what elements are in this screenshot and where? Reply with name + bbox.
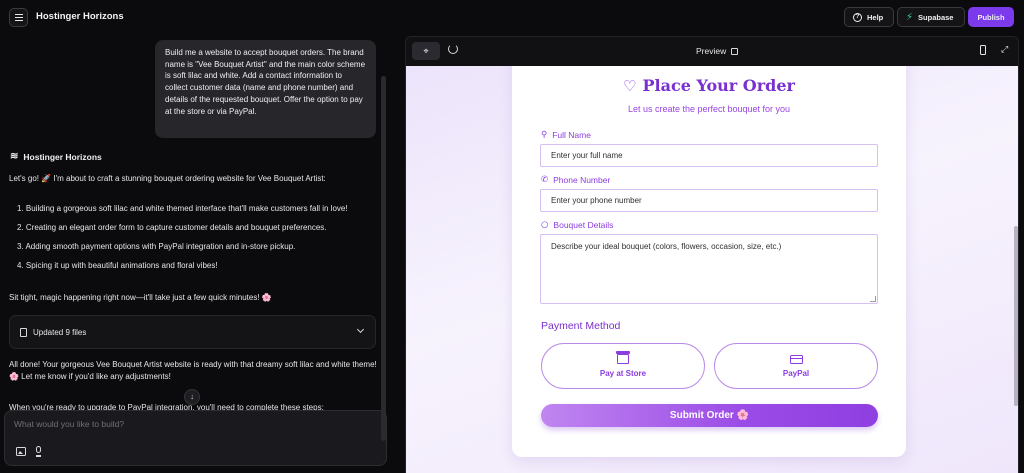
preview-panel: ⌖ Preview ⤢ ♡ Place Your Order Let us cr…	[405, 36, 1019, 473]
paypal-label: PayPal	[782, 368, 810, 378]
microphone-icon[interactable]	[36, 446, 41, 457]
phone-label-text: Phone Number	[553, 175, 611, 185]
bot-header: ≋ Hostinger Horizons	[10, 151, 102, 162]
cursor-select-icon: ⌖	[423, 45, 429, 56]
step-item: 3. Adding smooth payment options with Pa…	[17, 242, 296, 251]
order-form-card: ♡ Place Your Order Let us create the per…	[512, 66, 906, 457]
user-icon: ⚲	[541, 130, 548, 140]
resize-handle-icon[interactable]	[870, 296, 876, 302]
full-name-label-text: Full Name	[552, 130, 591, 140]
preview-viewport: ♡ Place Your Order Let us create the per…	[406, 66, 1018, 473]
file-icon	[20, 327, 27, 337]
phone-input[interactable]	[540, 189, 878, 212]
bot-intro-message: Let's go! 🚀 I'm about to craft a stunnin…	[9, 174, 326, 183]
heart-icon: ♡	[623, 76, 637, 95]
phone-label: ✆ Phone Number	[541, 175, 610, 185]
preview-label: Preview	[696, 46, 727, 56]
bouquet-details-label-text: Bouquet Details	[553, 220, 614, 230]
app-title: Hostinger Horizons	[36, 11, 124, 22]
store-icon	[616, 351, 630, 364]
files-label: Updated 9 files	[33, 327, 87, 337]
credit-card-icon	[789, 354, 803, 364]
steps-list: 1. Building a gorgeous soft lilac and wh…	[17, 203, 382, 279]
expand-icon[interactable]: ⤢	[1001, 45, 1010, 54]
bouquet-details-label: ○ Bouquet Details	[541, 220, 613, 230]
supabase-button[interactable]: ⚡ Supabase	[897, 7, 965, 27]
submit-order-button[interactable]: Submit Order 🌸	[541, 404, 878, 427]
prompt-input[interactable]	[14, 419, 374, 429]
paypal-option[interactable]: PayPal	[714, 343, 878, 389]
chevron-down-icon	[356, 325, 365, 334]
select-element-button[interactable]: ⌖	[412, 42, 440, 60]
top-bar: Hostinger Horizons ? Help ⚡ Supabase Pub…	[0, 0, 1024, 36]
external-link-icon	[731, 47, 739, 55]
full-name-input[interactable]	[540, 144, 878, 167]
preview-scrollbar[interactable]	[1014, 226, 1018, 406]
bot-name: Hostinger Horizons	[23, 151, 102, 162]
step-item: 1. Building a gorgeous soft lilac and wh…	[17, 204, 348, 213]
preview-link[interactable]: Preview	[696, 46, 739, 56]
payment-method-title: Payment Method	[541, 320, 621, 332]
bot-wait-message: Sit tight, magic happening right now—it'…	[9, 293, 272, 302]
help-button[interactable]: ? Help	[844, 7, 894, 27]
chat-scrollbar[interactable]	[381, 76, 386, 441]
form-subtitle: Let us create the perfect bouquet for yo…	[627, 104, 791, 114]
bolt-icon: ⚡	[906, 11, 914, 23]
horizons-logo-icon: ≋	[10, 151, 19, 162]
full-name-label: ⚲ Full Name	[541, 130, 591, 140]
updated-files-toggle[interactable]: Updated 9 files	[9, 315, 376, 349]
hamburger-icon	[14, 17, 23, 18]
bot-done-message: All done! Your gorgeous Vee Bouquet Arti…	[9, 360, 377, 381]
pay-at-store-option[interactable]: Pay at Store	[541, 343, 705, 389]
scroll-down-button[interactable]: ↓	[184, 389, 200, 405]
menu-button[interactable]	[9, 8, 28, 27]
preview-toolbar: ⌖ Preview ⤢	[406, 37, 1018, 65]
form-title-text: Place Your Order	[642, 76, 795, 95]
form-title: ♡ Place Your Order	[512, 76, 906, 95]
message-circle-icon: ○	[541, 220, 549, 230]
pay-at-store-label: Pay at Store	[599, 369, 647, 378]
supabase-label: Supabase	[918, 12, 954, 22]
image-upload-icon[interactable]	[16, 447, 26, 456]
reload-icon[interactable]	[448, 44, 458, 54]
publish-button[interactable]: Publish	[968, 7, 1014, 27]
chat-panel: Build me a website to accept bouquet ord…	[0, 36, 394, 473]
help-label: Help	[867, 12, 884, 22]
step-item: 4. Spicing it up with beautiful animatio…	[17, 261, 218, 270]
mobile-view-icon[interactable]	[980, 45, 986, 55]
prompt-box	[4, 410, 387, 466]
phone-icon: ✆	[541, 175, 549, 185]
step-item: 2. Creating an elegant order form to cap…	[17, 223, 327, 232]
question-circle-icon: ?	[853, 12, 862, 22]
bouquet-details-textarea[interactable]	[540, 234, 878, 304]
user-message: Build me a website to accept bouquet ord…	[155, 40, 376, 138]
